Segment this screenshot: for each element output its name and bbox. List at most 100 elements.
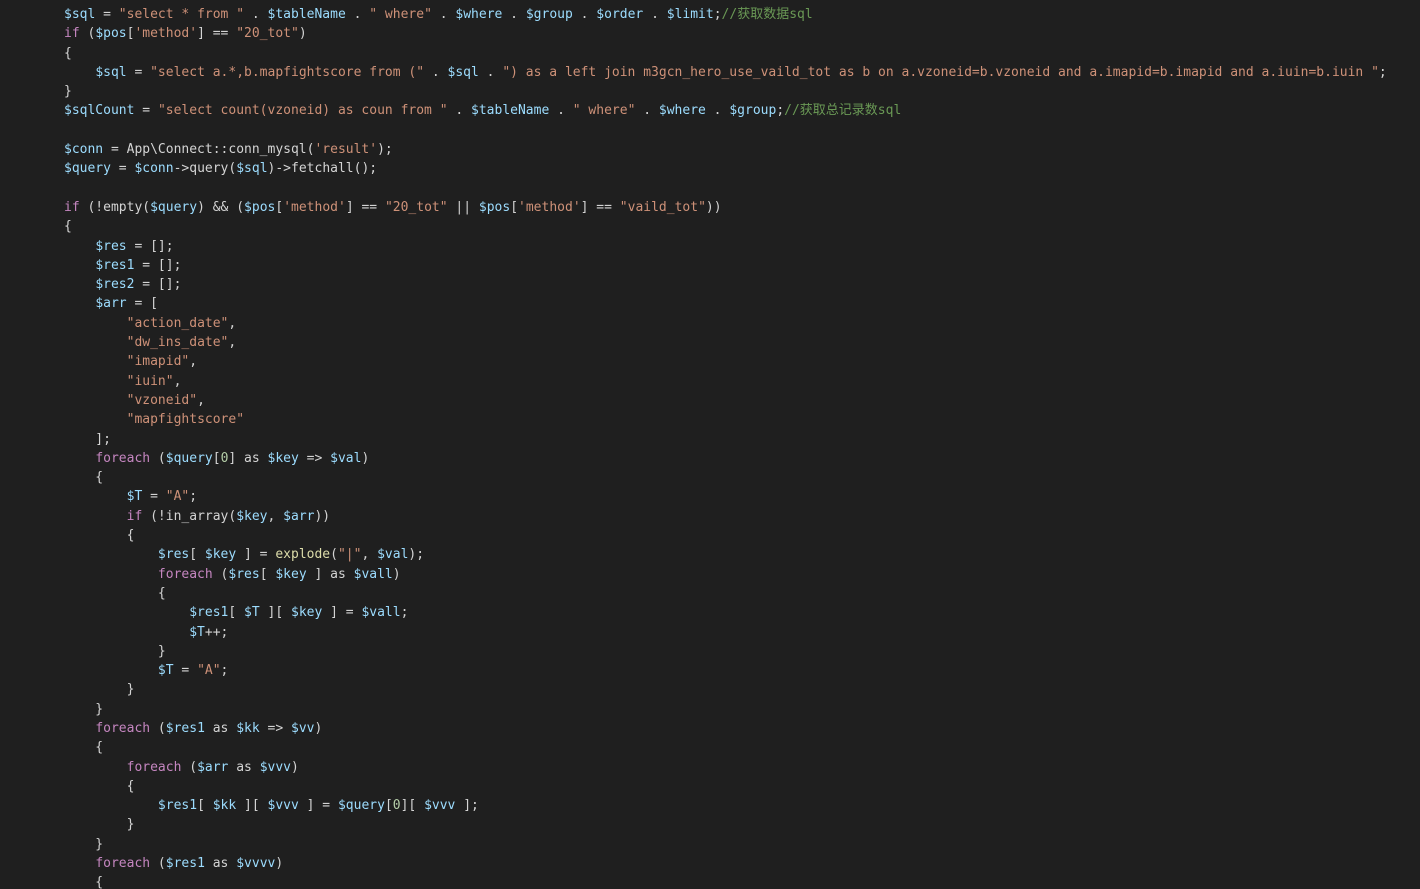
code-line[interactable]: foreach ($res1 as $vvvv) xyxy=(64,854,1387,873)
code-token-var: $sql xyxy=(447,64,479,80)
code-token-plain: } xyxy=(64,682,135,698)
code-line[interactable]: $T = "A"; xyxy=(64,661,1387,680)
code-token-kw: foreach xyxy=(95,450,151,466)
code-token-plain: { xyxy=(64,528,135,544)
code-line[interactable]: if (!empty($query) && ($pos['method'] ==… xyxy=(64,198,1387,217)
code-token-plain: = []; xyxy=(126,238,174,254)
code-line[interactable]: foreach ($res1 as $kk => $vv) xyxy=(64,719,1387,738)
code-token-plain: ]; xyxy=(455,798,479,814)
code-line[interactable]: if ($pos['method'] == "20_tot") xyxy=(64,24,1387,43)
code-token-str: ") as a left join m3gcn_hero_use_vaild_t… xyxy=(502,64,1379,80)
code-line[interactable]: } xyxy=(64,680,1387,699)
code-line[interactable]: { xyxy=(64,44,1387,63)
code-line[interactable]: $sqlCount = "select count(vzoneid) as co… xyxy=(64,101,1387,120)
code-token-str: "select * from " xyxy=(118,7,245,22)
code-token-plain: )->fetchall(); xyxy=(267,161,378,177)
code-line[interactable]: "imapid", xyxy=(64,352,1387,371)
code-line[interactable]: } xyxy=(64,82,1387,101)
code-token-plain: ][ xyxy=(259,605,291,621)
code-line[interactable]: { xyxy=(64,526,1387,545)
code-line[interactable]: { xyxy=(64,468,1387,487)
code-line[interactable]: "dw_ins_date", xyxy=(64,333,1387,352)
code-token-plain: = App\Connect::conn_mysql( xyxy=(103,142,315,158)
code-line[interactable]: $res[ $key ] = explode("|", $val); xyxy=(64,545,1387,564)
code-line[interactable]: $T = "A"; xyxy=(64,487,1387,506)
code-line[interactable]: { xyxy=(64,738,1387,757)
code-line[interactable]: $res1[ $T ][ $key ] = $vall; xyxy=(64,603,1387,622)
code-line[interactable]: $arr = [ xyxy=(64,294,1387,313)
code-token-plain: ][ xyxy=(400,798,425,814)
code-token-var: $key xyxy=(275,566,307,582)
code-line[interactable]: { xyxy=(64,777,1387,796)
code-token-var: $vv xyxy=(291,720,315,736)
code-line[interactable]: $res1[ $kk ][ $vvv ] = $query[0][ $vvv ]… xyxy=(64,796,1387,815)
code-token-num: 0 xyxy=(392,798,401,814)
code-token-kw: foreach xyxy=(126,759,182,775)
code-line[interactable]: $query = $conn->query($sql)->fetchall(); xyxy=(64,159,1387,178)
code-token-var: $arr xyxy=(197,759,229,775)
code-token-plain: { xyxy=(64,219,72,235)
code-line[interactable] xyxy=(64,179,1387,198)
code-token-str: " where" xyxy=(369,7,432,22)
code-token-plain: [ xyxy=(275,199,284,215)
code-token-plain: . xyxy=(502,7,526,22)
code-line[interactable]: $res = []; xyxy=(64,237,1387,256)
code-token-plain: , xyxy=(197,392,205,408)
code-line[interactable]: } xyxy=(64,815,1387,834)
code-line[interactable]: foreach ($query[0] as $key => $val) xyxy=(64,449,1387,468)
code-token-var: $group xyxy=(525,7,573,22)
code-token-plain: ( xyxy=(150,856,166,872)
code-token-plain: ( xyxy=(212,566,229,582)
code-token-plain: , xyxy=(228,315,237,331)
code-token-var: $where xyxy=(658,103,706,119)
code-token-plain: = xyxy=(173,663,198,679)
code-token-plain: ] as xyxy=(306,566,354,582)
code-content[interactable]: $sql = "select * from " . $tableName . "… xyxy=(64,5,1387,889)
code-token-plain: [ xyxy=(384,798,393,814)
code-token-var: $T xyxy=(244,605,260,621)
code-line[interactable]: $sql = "select * from " . $tableName . "… xyxy=(64,5,1387,24)
code-line[interactable]: "iuin", xyxy=(64,372,1387,391)
code-line[interactable]: } xyxy=(64,835,1387,854)
code-token-plain: = xyxy=(95,7,119,22)
code-token-plain: ); xyxy=(377,142,393,158)
code-token-var: $val xyxy=(377,547,409,563)
code-line[interactable]: "action_date", xyxy=(64,314,1387,333)
code-editor-viewport[interactable]: $sql = "select * from " . $tableName . "… xyxy=(0,0,1420,889)
code-line[interactable]: if (!in_array($key, $arr)) xyxy=(64,507,1387,526)
code-line[interactable]: $conn = App\Connect::conn_mysql('result'… xyxy=(64,140,1387,159)
code-token-var: $sql xyxy=(64,7,96,22)
code-token-plain: = []; xyxy=(134,257,182,273)
code-line[interactable]: { xyxy=(64,873,1387,889)
code-line[interactable]: { xyxy=(64,217,1387,236)
code-token-var: $vvv xyxy=(424,798,456,814)
code-token-plain: as xyxy=(204,856,237,872)
code-line[interactable]: $T++; xyxy=(64,623,1387,642)
code-line[interactable]: $sql = "select a.*,b.mapfightscore from … xyxy=(64,63,1386,82)
code-token-var: $res xyxy=(157,547,190,563)
code-token-plain: ; xyxy=(189,489,198,505)
code-line[interactable] xyxy=(64,121,1387,140)
code-token-var: $query xyxy=(165,450,213,466)
code-token-var: $sql xyxy=(236,161,268,177)
code-line[interactable]: $res1 = []; xyxy=(64,256,1387,275)
code-token-plain: => xyxy=(259,720,292,736)
code-token-plain: = xyxy=(142,489,166,505)
code-line[interactable]: } xyxy=(64,642,1387,661)
code-line[interactable]: { xyxy=(64,584,1387,603)
code-line[interactable]: $res2 = []; xyxy=(64,275,1387,294)
code-line[interactable]: } xyxy=(64,700,1387,719)
code-line[interactable]: "vzoneid", xyxy=(64,391,1387,410)
code-line[interactable]: "mapfightscore" xyxy=(64,410,1387,429)
code-token-str: "|" xyxy=(337,547,362,563)
code-line[interactable]: ]; xyxy=(64,430,1387,449)
code-token-var: $sql xyxy=(95,64,127,80)
code-token-plain: [ xyxy=(212,450,221,466)
code-line[interactable]: foreach ($arr as $vvv) xyxy=(64,758,1387,777)
code-line[interactable]: foreach ($res[ $key ] as $vall) xyxy=(64,565,1387,584)
code-token-plain: . xyxy=(478,64,503,80)
